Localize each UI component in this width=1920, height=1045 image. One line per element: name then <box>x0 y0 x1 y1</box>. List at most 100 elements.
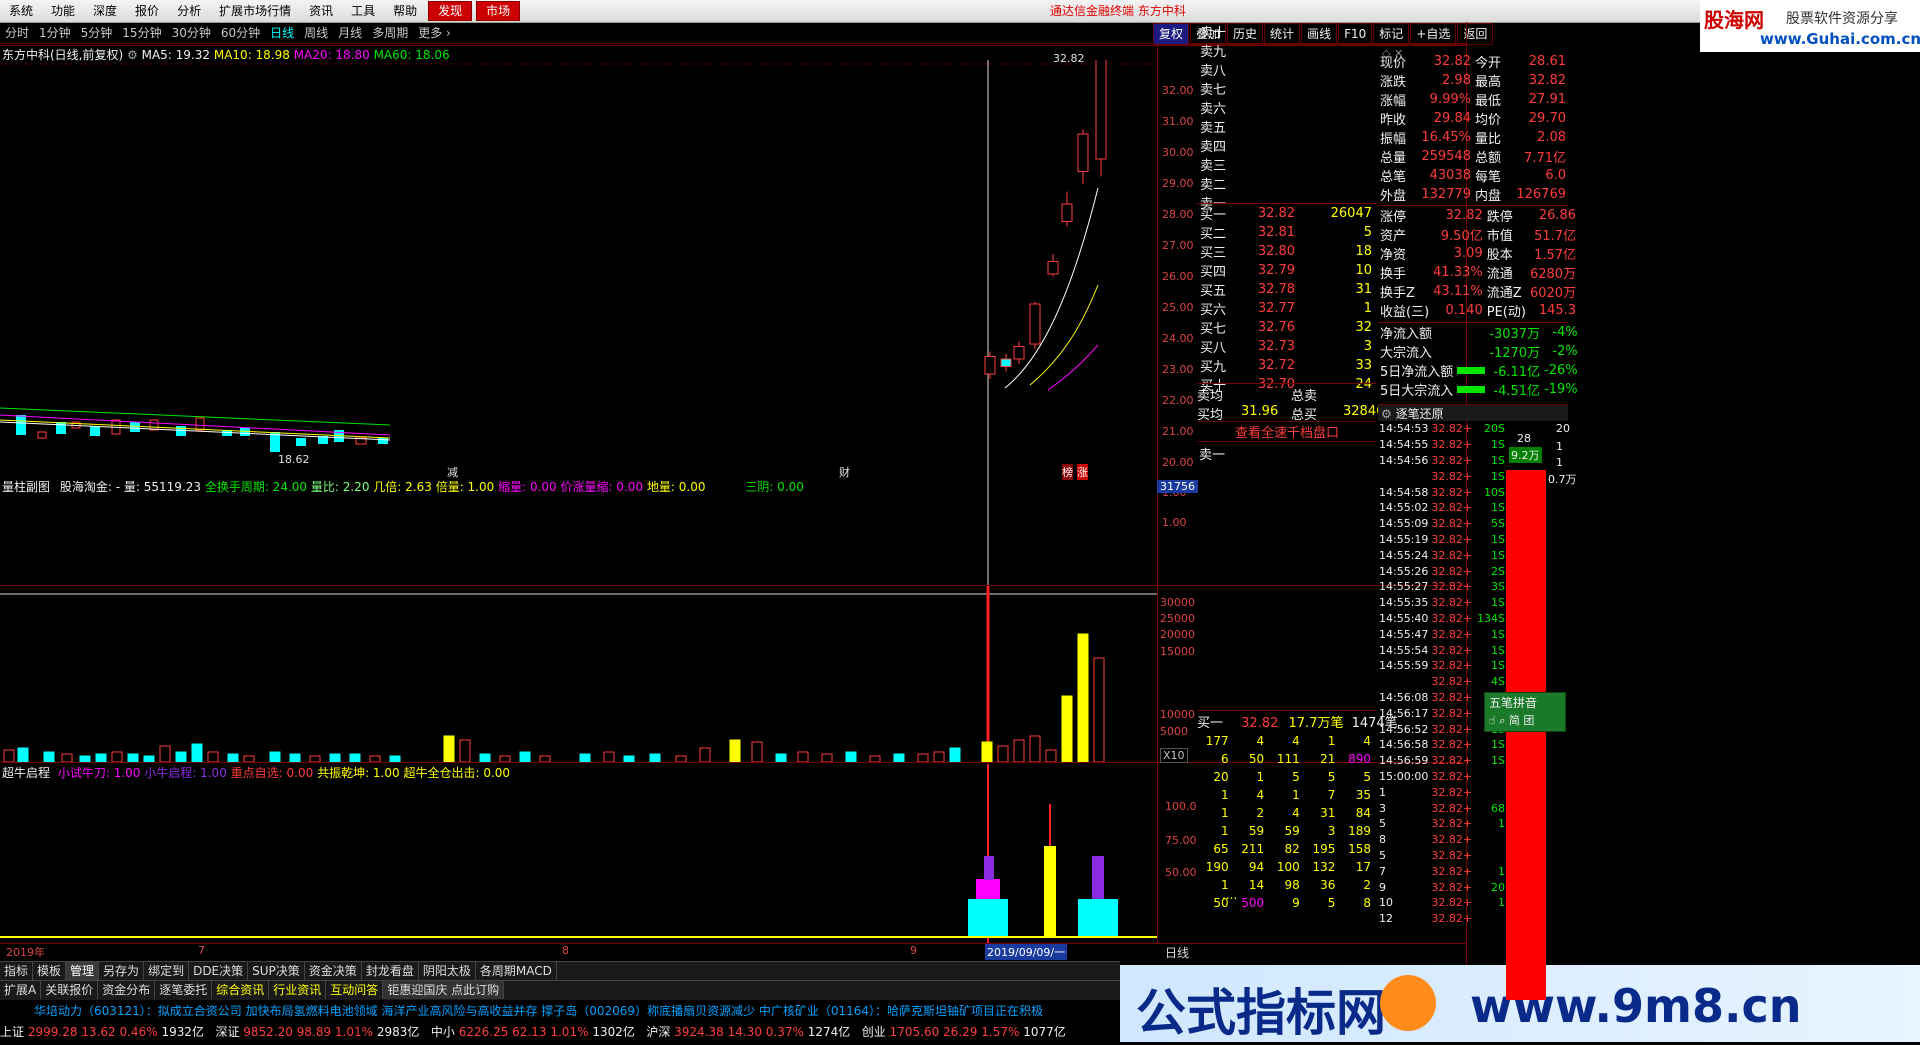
indicator-bar <box>1044 846 1056 937</box>
tab-manage[interactable]: 管理 <box>66 962 100 980</box>
queue-row: 190 94 100 132 17 <box>1205 860 1371 874</box>
status-item[interactable]: 中小 6226.25 62.13 1.01% 1302亿 <box>431 1025 635 1039</box>
stat-row: 换手Z 43.11% 流通Z 6020万 <box>1380 284 1577 301</box>
volume-bar <box>111 751 123 762</box>
bid-row[interactable]: 买七 32.76 32 <box>1197 318 1375 337</box>
event-mark-rise[interactable]: 涨 <box>1077 464 1088 480</box>
tag-market[interactable]: 市场 <box>476 1 521 21</box>
volume-title[interactable]: 量柱副图 <box>2 480 50 494</box>
period-monthly[interactable]: 月线 <box>333 23 367 43</box>
volume-bar <box>309 755 321 762</box>
bid-row[interactable]: 买六 32.77 1 <box>1197 299 1375 318</box>
status-item[interactable]: 沪深 3924.38 14.30 0.37% 1274亿 <box>646 1025 850 1039</box>
menu-info[interactable]: 资讯 <box>300 0 342 22</box>
logo-brand: 股海网 <box>1704 8 1764 32</box>
period-1min[interactable]: 1分钟 <box>34 23 76 43</box>
tab-fund[interactable]: 资金决策 <box>305 962 362 980</box>
tab-macd[interactable]: 各周期MACD <box>476 962 557 980</box>
tab-industry-news[interactable]: 行业资讯 <box>269 981 327 999</box>
menu-system[interactable]: 系统 <box>0 0 42 22</box>
period-15min[interactable]: 15分钟 <box>117 23 166 43</box>
period-weekly[interactable]: 周线 <box>299 23 333 43</box>
volume-bar <box>443 735 455 762</box>
event-mark-list[interactable]: 榜 <box>1062 464 1073 480</box>
period-daily[interactable]: 日线 <box>265 23 299 43</box>
menu-ext-market[interactable]: 扩展市场行情 <box>210 0 300 22</box>
volume-chart[interactable] <box>0 586 1157 762</box>
bid-row[interactable]: 买一 32.82 26047 <box>1197 204 1375 223</box>
period-5min[interactable]: 5分钟 <box>76 23 118 43</box>
bid-row[interactable]: 买五 32.78 31 <box>1197 280 1375 299</box>
ime-panel[interactable]: 五笔拼音 ☝ ⌕ 简 团 <box>1484 692 1566 732</box>
volume-bar <box>17 747 29 762</box>
tab-taiji[interactable]: 阴阳太极 <box>419 962 476 980</box>
tab-dragon[interactable]: 封龙看盘 <box>362 962 419 980</box>
price-tick: 23.00 <box>1162 363 1194 376</box>
tab-sup[interactable]: SUP决策 <box>248 962 305 980</box>
bid-row[interactable]: 买二 32.81 5 <box>1197 223 1375 242</box>
volume-header: 量柱副图 股海淘金: - 量: 55119.23 全换手周期: 24.00 量比… <box>2 478 804 495</box>
period-fenshi[interactable]: 分时 <box>0 23 34 43</box>
back-button[interactable]: 返回 <box>1457 23 1494 45</box>
ask-label: 卖七 <box>1200 83 1227 98</box>
tick-row: 14:55:02 32.82+ 1S <box>1379 501 1505 515</box>
volume-bar <box>623 755 635 762</box>
full-depth-link[interactable]: 查看全速千档盘口 <box>1197 421 1377 442</box>
tab-bind[interactable]: 绑定到 <box>144 962 190 980</box>
add-watchlist-button[interactable]: +自选 <box>1410 23 1457 45</box>
tab-qa[interactable]: 互动问答 <box>326 981 384 999</box>
tab-news[interactable]: 综合资讯 <box>212 981 270 999</box>
bid-row[interactable]: 买八 32.73 3 <box>1197 337 1375 356</box>
candlestick-chart[interactable] <box>0 60 1157 585</box>
tab-template[interactable]: 模板 <box>33 962 67 980</box>
tab-save-as[interactable]: 另存为 <box>99 962 145 980</box>
candle <box>1095 60 1107 160</box>
news-text[interactable]: 华培动力（603121）：拟成立合资公司 加快布局氢燃料电池领域 海洋产业高风险… <box>0 1004 1043 1018</box>
status-item[interactable]: 创业 1705.60 26.29 1.57% 1077亿 <box>862 1025 1066 1039</box>
tab-related-quote[interactable]: 关联报价 <box>41 981 99 999</box>
settings-icon[interactable]: ⚙ <box>1381 407 1392 421</box>
event-mark-finance[interactable]: 财 <box>839 464 850 480</box>
menu-tools[interactable]: 工具 <box>342 0 384 22</box>
volume-tick: 20000 <box>1160 628 1195 641</box>
indicator-chart[interactable] <box>0 764 1157 943</box>
period-multi[interactable]: 多周期 <box>367 23 413 43</box>
menu-analysis[interactable]: 分析 <box>168 0 210 22</box>
restore-rights-button[interactable]: 复权 <box>1153 23 1190 45</box>
period-60min[interactable]: 60分钟 <box>216 23 265 43</box>
ime-button[interactable]: 团 <box>1523 714 1534 727</box>
hand-icon[interactable]: ☝ <box>1489 714 1496 727</box>
mark-button[interactable]: 标记 <box>1373 23 1410 45</box>
price-tick: 27.00 <box>1162 239 1194 252</box>
menu-depth[interactable]: 深度 <box>84 0 126 22</box>
indicator-bar <box>1078 899 1118 937</box>
tick-panel-header[interactable]: ⚙ 逐笔还原 <box>1378 404 1568 421</box>
status-item[interactable]: 上证 2999.28 13.62 0.46% 1932亿 <box>0 1025 204 1039</box>
status-item[interactable]: 深证 9852.20 98.89 1.01% 2983亿 <box>215 1025 419 1039</box>
menu-quote[interactable]: 报价 <box>126 0 168 22</box>
tag-discover[interactable]: 发现 <box>428 1 473 21</box>
search-icon[interactable]: ⌕ <box>1499 714 1505 727</box>
tab-ext-a[interactable]: 扩展A <box>0 981 42 999</box>
ma20-line <box>1047 344 1099 391</box>
menu-help[interactable]: 帮助 <box>384 0 426 22</box>
tab-indicator[interactable]: 指标 <box>0 962 34 980</box>
bid-row[interactable]: 买九 32.72 33 <box>1197 356 1375 375</box>
tick-right-axis: 1 <box>1556 456 1563 469</box>
bid-row[interactable]: 买四 32.79 10 <box>1197 261 1375 280</box>
ime-button[interactable]: 简 <box>1509 714 1520 727</box>
news-ticker[interactable]: 华培动力（603121）：拟成立合资公司 加快布局氢燃料电池领域 海洋产业高风险… <box>0 1000 1120 1022</box>
candle <box>1077 133 1089 172</box>
volume-bar <box>1013 739 1025 762</box>
volume-bar <box>175 751 187 762</box>
period-more[interactable]: 更多 › <box>413 23 456 43</box>
period-30min[interactable]: 30分钟 <box>167 23 216 43</box>
bid-row[interactable]: 买三 32.80 18 <box>1197 242 1375 261</box>
tab-tick-order[interactable]: 逐笔委托 <box>155 981 213 999</box>
volume-text4: 量比: 2.20 <box>310 480 370 494</box>
tab-fund-dist[interactable]: 资金分布 <box>98 981 156 999</box>
menu-function[interactable]: 功能 <box>42 0 84 22</box>
time-label: 8 <box>562 944 569 957</box>
tab-dde[interactable]: DDE决策 <box>189 962 249 980</box>
promo-link[interactable]: 钜惠迎国庆 点此订购 <box>383 981 505 999</box>
